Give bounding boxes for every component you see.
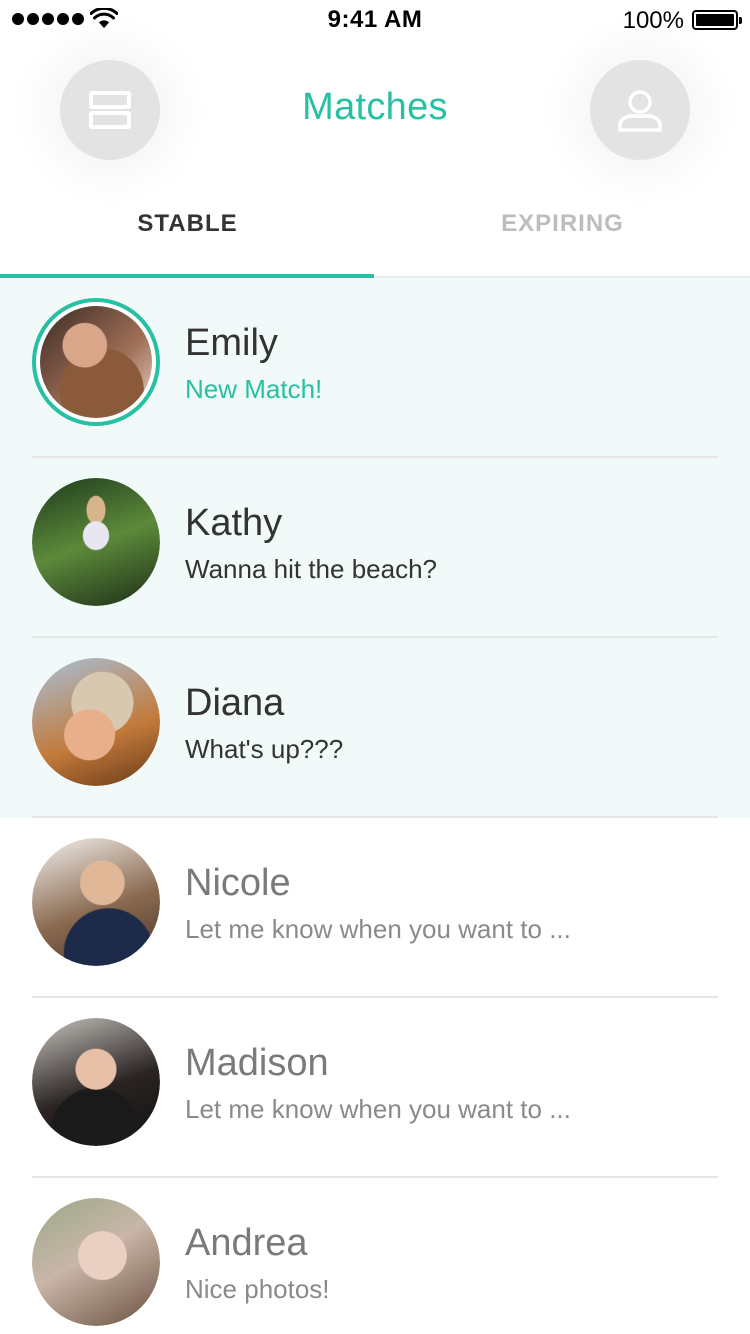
header: Matches [0, 40, 750, 190]
match-row-diana[interactable]: Diana What's up??? [0, 638, 750, 818]
match-list: Emily New Match! Kathy Wanna hit the bea… [0, 278, 750, 1334]
avatar [32, 838, 160, 966]
battery-percentage: 100% [622, 7, 684, 34]
avatar [32, 478, 160, 606]
avatar [32, 298, 160, 426]
battery-icon [692, 10, 742, 30]
match-message: Nice photos! [185, 1274, 330, 1304]
avatar [32, 1018, 160, 1146]
tab-expiring[interactable]: EXPIRING [375, 210, 750, 238]
match-row-madison[interactable]: Madison Let me know when you want to ... [0, 998, 750, 1178]
match-row-kathy[interactable]: Kathy Wanna hit the beach? [0, 458, 750, 638]
tab-stable[interactable]: STABLE [0, 210, 375, 238]
match-row-emily[interactable]: Emily New Match! [0, 278, 750, 458]
match-message: Wanna hit the beach? [185, 554, 437, 584]
match-message: New Match! [185, 374, 323, 404]
match-name: Andrea [185, 1222, 308, 1264]
match-message: Let me know when you want to ... [185, 914, 571, 944]
matches-screen: 9:41 AM 100% Matches STABLE EXPIRING Emi… [0, 0, 750, 1334]
profile-button[interactable] [590, 60, 690, 160]
avatar [32, 658, 160, 786]
match-name: Nicole [185, 862, 291, 904]
avatar [32, 1198, 160, 1326]
match-name: Madison [185, 1042, 329, 1084]
match-message: Let me know when you want to ... [185, 1094, 571, 1124]
match-name: Kathy [185, 502, 283, 544]
match-name: Diana [185, 682, 285, 724]
profile-icon [618, 90, 662, 132]
match-row-nicole[interactable]: Nicole Let me know when you want to ... [0, 818, 750, 998]
match-name: Emily [185, 322, 278, 364]
tab-bar: STABLE EXPIRING [0, 190, 750, 278]
match-message: What's up??? [185, 734, 344, 764]
match-row-andrea[interactable]: Andrea Nice photos! [0, 1178, 750, 1334]
status-bar: 9:41 AM 100% [0, 0, 750, 40]
